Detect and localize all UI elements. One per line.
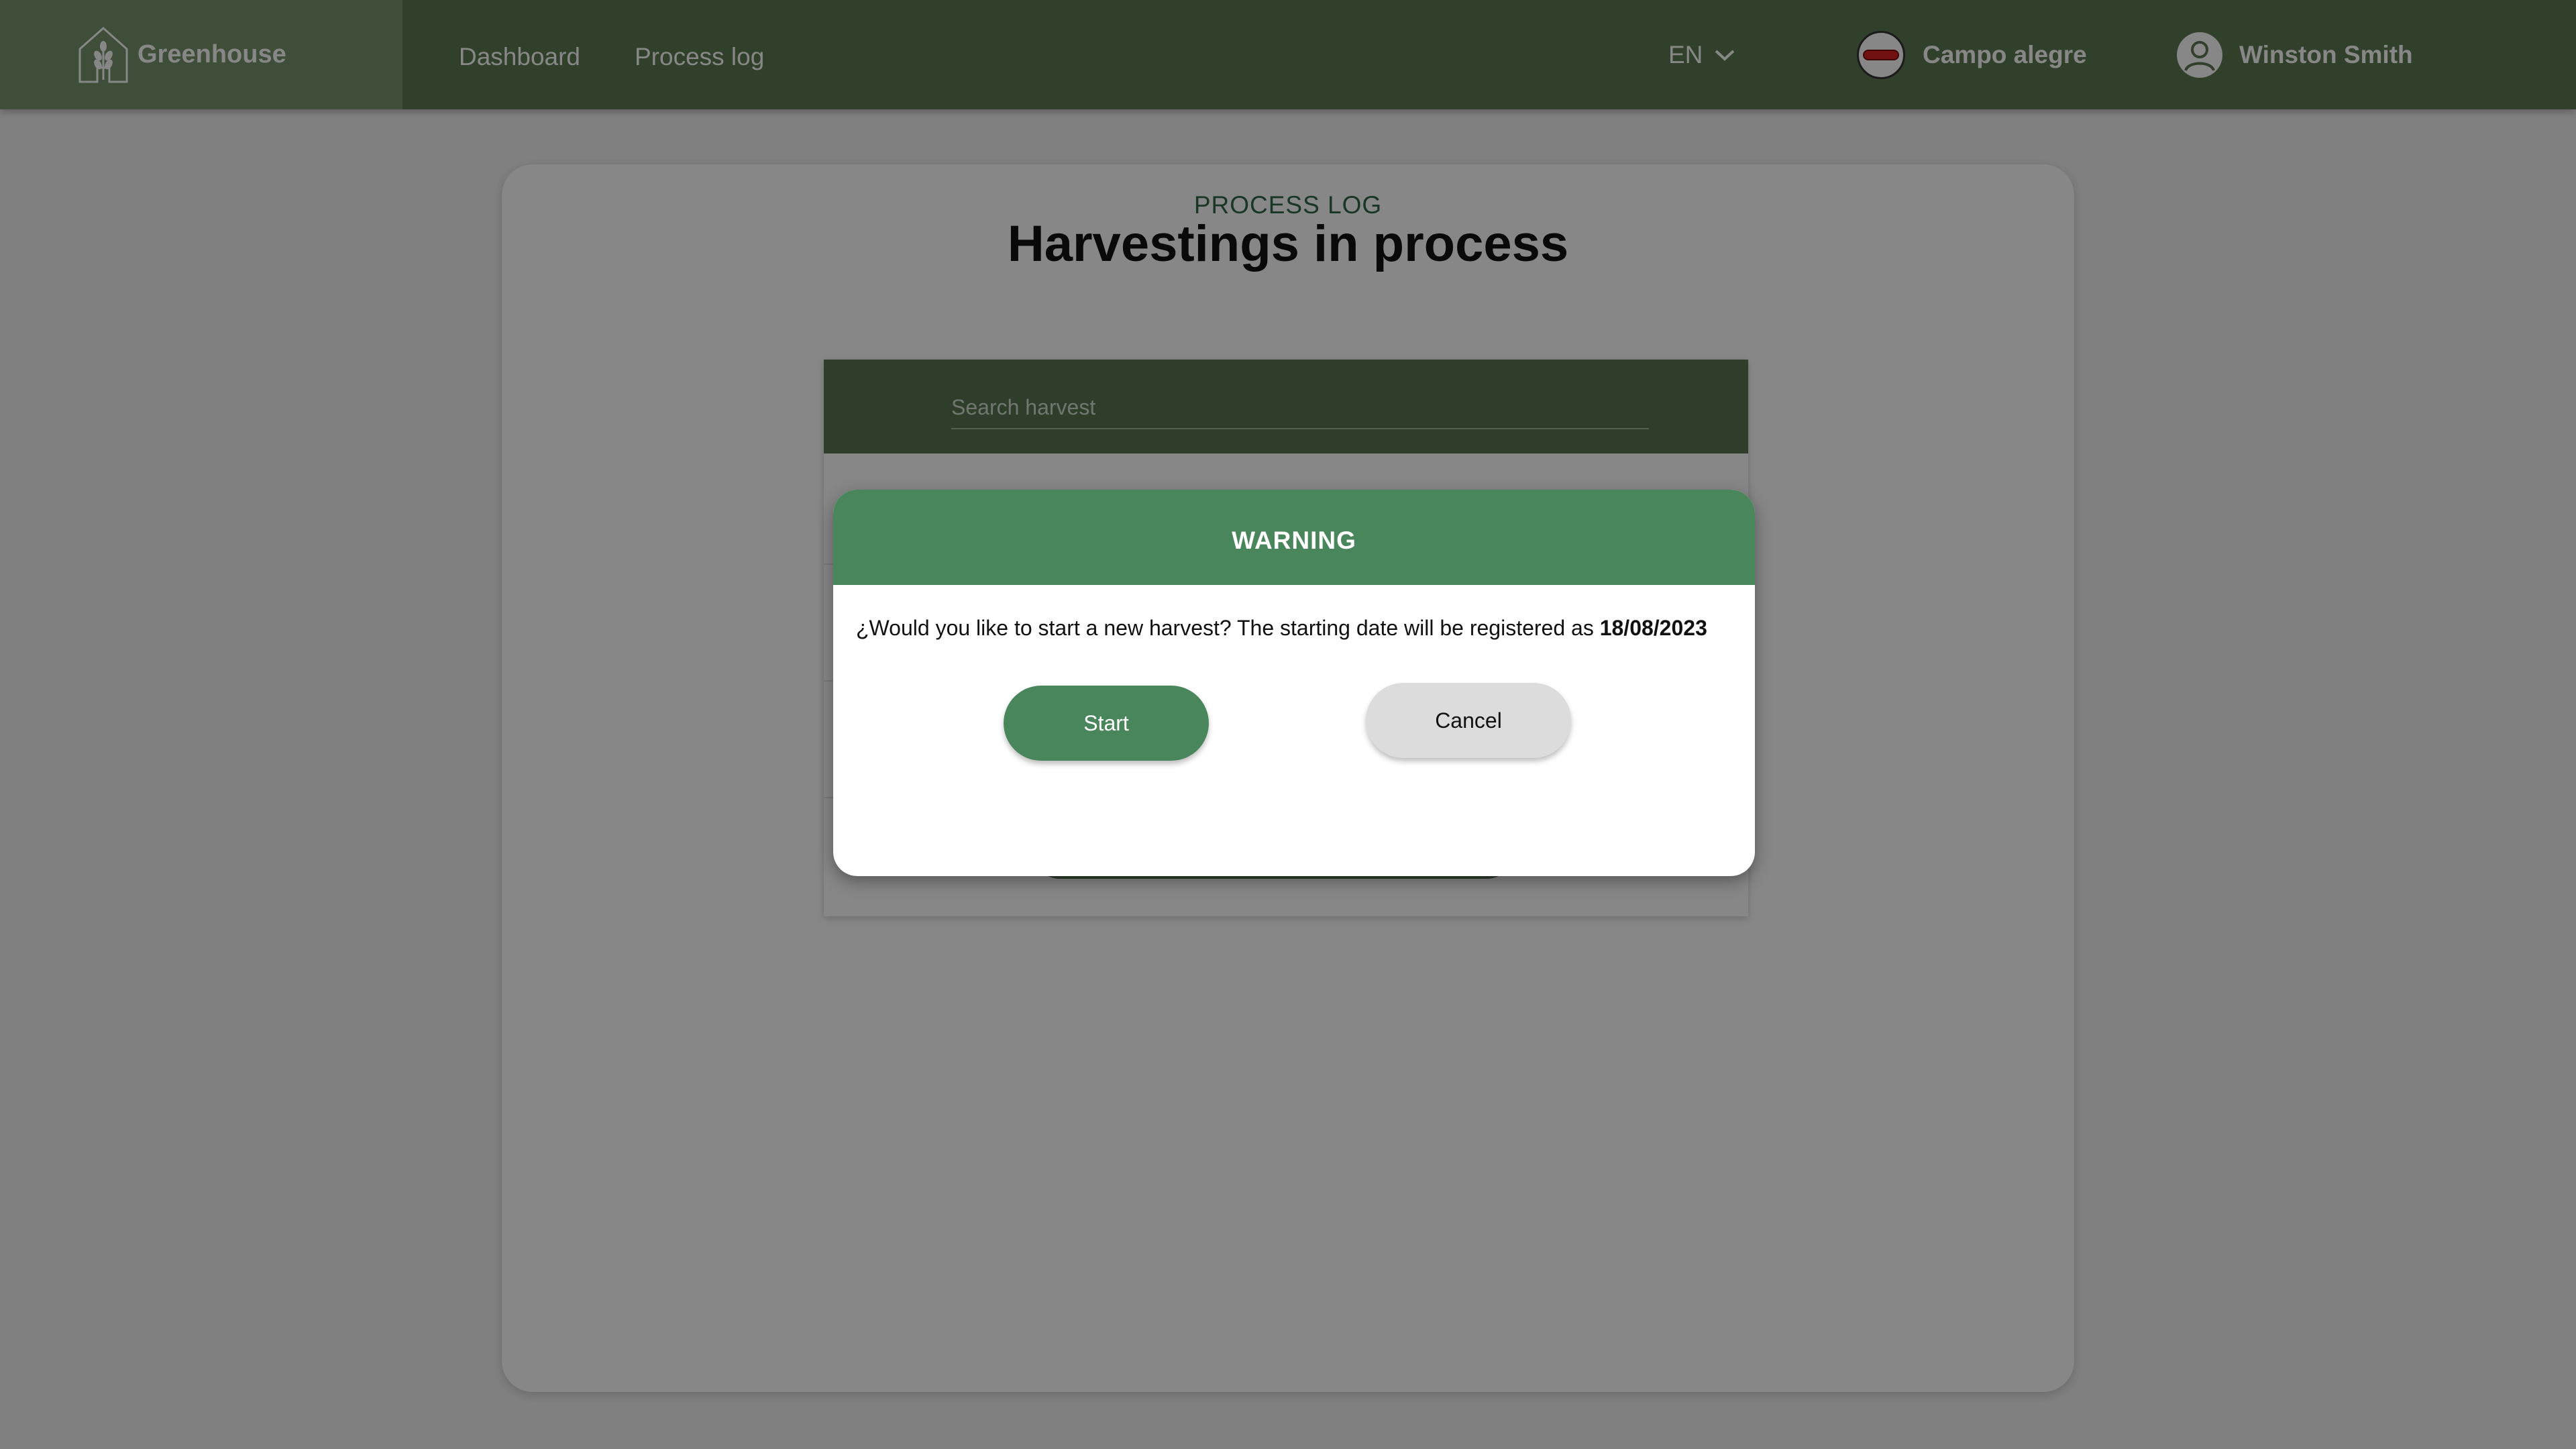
warning-dialog: WARNING ¿Would you like to start a new h… bbox=[833, 490, 1755, 876]
dialog-title: WARNING bbox=[833, 490, 1755, 585]
dialog-message: ¿Would you like to start a new harvest? … bbox=[856, 616, 1707, 641]
cancel-button[interactable]: Cancel bbox=[1366, 683, 1571, 758]
dialog-message-text: ¿Would you like to start a new harvest? … bbox=[856, 616, 1600, 640]
start-button[interactable]: Start bbox=[1004, 686, 1209, 761]
dialog-start-date: 18/08/2023 bbox=[1599, 616, 1707, 640]
